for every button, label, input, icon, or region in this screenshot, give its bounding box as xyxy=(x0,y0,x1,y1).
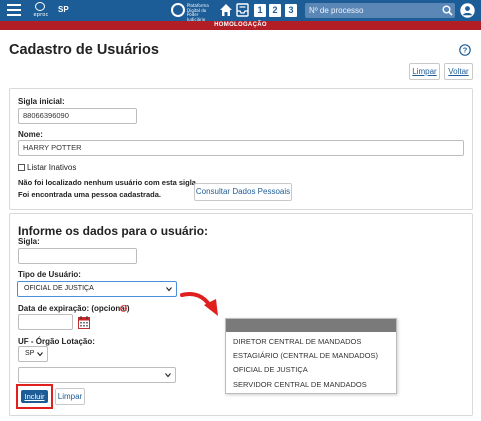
sigla-label: Sigla: xyxy=(18,237,40,246)
listar-inativos-label: Listar Inativos xyxy=(27,163,77,172)
svg-text:?: ? xyxy=(122,306,125,312)
not-found-message: Não foi localizado nenhum usuário com es… xyxy=(18,178,199,187)
chevron-down-icon xyxy=(37,352,43,357)
options-list-header xyxy=(226,319,396,332)
uf-select[interactable]: SP xyxy=(18,346,48,362)
chevron-down-icon xyxy=(166,287,172,292)
page-title: Cadastro de Usuários xyxy=(9,42,159,58)
sigla-inicial-input[interactable]: 88066396090 xyxy=(18,108,137,124)
red-curved-arrow-icon xyxy=(180,292,218,316)
option-diretor-central[interactable]: DIRETOR CENTRAL DE MANDADOS xyxy=(233,337,361,346)
nome-label: Nome: xyxy=(18,130,43,139)
option-estagiario[interactable]: ESTAGIÁRIO (CENTRAL DE MANDADOS) xyxy=(233,351,378,360)
form-section-title: Informe os dados para o usuário: xyxy=(18,224,209,238)
inbox-tray-icon[interactable] xyxy=(236,3,249,17)
quick-button-3[interactable]: 3 xyxy=(285,4,297,17)
eproc-logo[interactable]: eproc xyxy=(31,2,49,19)
option-oficial-justica[interactable]: OFICIAL DE JUSTIÇA xyxy=(233,365,308,374)
calendar-icon[interactable] xyxy=(78,316,90,329)
help-circle-icon[interactable]: ? xyxy=(459,44,471,56)
search-icon[interactable] xyxy=(442,5,453,16)
environment-banner: HOMOLOGAÇÃO xyxy=(0,21,481,30)
process-search-input[interactable] xyxy=(309,4,434,17)
limpar-form-button[interactable]: Limpar xyxy=(55,388,85,405)
consultar-dados-pessoais-button[interactable]: Consultar Dados Pessoais xyxy=(194,183,292,201)
uf-label: SP xyxy=(58,5,69,14)
quick-button-1[interactable]: 1 xyxy=(254,4,266,17)
process-search-box xyxy=(305,3,455,18)
option-servidor-central[interactable]: SERVIDOR CENTRAL DE MANDADOS xyxy=(233,380,367,389)
user-avatar-icon[interactable] xyxy=(460,3,475,18)
uf-orgao-label: UF - Órgão Lotação: xyxy=(18,337,95,346)
help-question-icon[interactable]: ? xyxy=(120,305,127,312)
tipo-usuario-label: Tipo de Usuário: xyxy=(18,270,81,279)
orgao-lotacao-select[interactable] xyxy=(18,367,176,383)
quick-button-2[interactable]: 2 xyxy=(269,4,281,17)
sigla-input[interactable] xyxy=(18,248,137,264)
listar-inativos-checkbox[interactable] xyxy=(18,164,25,171)
sigla-inicial-label: Sigla inicial: xyxy=(18,97,65,106)
svg-text:?: ? xyxy=(463,46,468,55)
voltar-button[interactable]: Voltar xyxy=(444,63,473,80)
incluir-button[interactable]: Incluir xyxy=(21,390,48,403)
incluir-highlight-box: Incluir xyxy=(16,384,53,409)
tipo-usuario-selected: OFICIAL DE JUSTIÇA xyxy=(24,285,94,292)
chevron-down-icon xyxy=(165,373,171,378)
person-found-message: Foi encontrada uma pessoa cadastrada. xyxy=(18,190,161,199)
uf-selected: SP xyxy=(25,350,35,357)
tipo-usuario-select[interactable]: OFICIAL DE JUSTIÇA xyxy=(17,281,177,297)
home-icon[interactable] xyxy=(219,3,233,17)
data-expiracao-label: Data de expiração: (opcional) xyxy=(18,304,130,313)
limpar-button[interactable]: Limpar xyxy=(409,63,440,80)
data-expiracao-input[interactable] xyxy=(18,314,73,330)
tipo-usuario-options-list: DIRETOR CENTRAL DE MANDADOS ESTAGIÁRIO (… xyxy=(225,318,397,394)
hamburger-menu-icon[interactable] xyxy=(7,4,21,16)
top-navigation-bar: eproc SP Plataforma Digital do Poder Jud… xyxy=(0,0,481,21)
nome-input[interactable]: HARRY POTTER xyxy=(18,140,464,156)
tribunal-logo: Plataforma Digital do Poder Judiciário xyxy=(171,2,215,21)
